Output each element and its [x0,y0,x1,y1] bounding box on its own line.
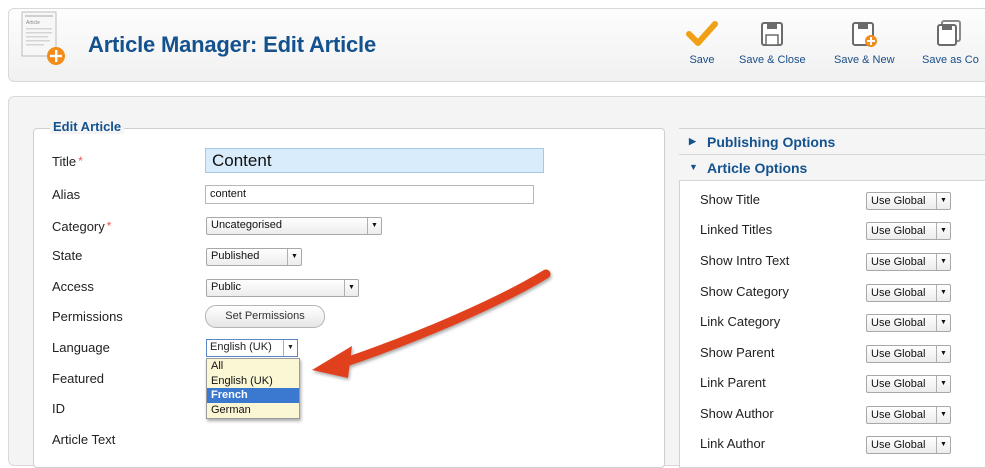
disk-copy-icon [922,20,979,48]
option-select[interactable]: Use Global ▼ [866,284,951,302]
page-title: Article Manager: Edit Article [88,32,377,57]
category-select[interactable]: Uncategorised ▼ [206,217,382,235]
option-select[interactable]: Use Global ▼ [866,253,951,271]
option-label: Show Category [700,284,789,299]
option-label: Show Author [700,406,774,421]
language-select[interactable]: English (UK) ▼ [206,339,298,357]
disk-new-icon [834,20,895,48]
save-close-label: Save & Close [739,54,806,66]
save-new-button[interactable]: Save & New [834,20,895,66]
option-label: Link Author [700,436,766,451]
article-options-header[interactable]: ▼ Article Options [679,155,985,181]
category-label: Category * [52,219,112,234]
dropdown-arrow-icon: ▼ [287,249,301,265]
option-select[interactable]: Use Global ▼ [866,222,951,240]
save-new-label: Save & New [834,54,895,66]
publishing-options-label: Publishing Options [707,134,836,150]
annotation-arrow-icon [312,269,551,378]
dropdown-arrow-icon: ▼ [936,376,950,392]
option-select[interactable]: Use Global ▼ [866,406,951,424]
option-label: Show Intro Text [700,253,790,268]
language-option-french[interactable]: French [207,388,299,403]
save-close-button[interactable]: Save & Close [739,20,806,66]
dropdown-arrow-icon: ▼ [367,218,381,234]
option-label: Show Parent [700,345,775,360]
article-add-icon: Article [18,10,65,65]
dropdown-arrow-icon: ▼ [936,346,950,362]
dropdown-arrow-icon: ▼ [936,437,950,453]
permissions-label: Permissions [52,309,123,324]
option-label: Linked Titles [700,222,773,237]
option-value: Use Global [871,287,926,299]
dropdown-arrow-icon: ▼ [936,193,950,209]
collapsed-triangle-icon: ▶ [689,136,696,146]
dropdown-arrow-icon: ▼ [936,223,950,239]
language-dropdown-list: All English (UK) French German [206,358,300,419]
option-value: Use Global [871,378,926,390]
expanded-triangle-icon: ▼ [689,162,698,172]
disk-close-icon [739,20,806,48]
option-select[interactable]: Use Global ▼ [866,436,951,454]
state-select[interactable]: Published ▼ [206,248,302,266]
language-option-all[interactable]: All [207,359,299,374]
title-input[interactable]: Content [205,148,544,173]
state-label: State [52,248,83,263]
option-select[interactable]: Use Global ▼ [866,314,951,332]
option-label: Show Title [700,192,760,207]
option-select[interactable]: Use Global ▼ [866,375,951,393]
featured-label: Featured [52,371,105,386]
category-value: Uncategorised [211,219,282,231]
save-button-label: Save [689,54,715,66]
title-label: Title * [52,154,83,169]
access-value: Public [211,281,241,293]
save-button[interactable]: Save [686,20,718,66]
save-copy-label: Save as Co [922,54,979,66]
state-value: Published [211,250,260,262]
alias-input[interactable]: content [205,185,534,204]
option-label: Link Parent [700,375,766,390]
article-icon-text: Article [26,20,40,26]
option-value: Use Global [871,409,926,421]
option-value: Use Global [871,256,926,268]
option-value: Use Global [871,225,926,237]
required-marker: * [78,154,83,168]
dropdown-arrow-icon: ▼ [936,407,950,423]
language-option-english[interactable]: English (UK) [207,374,299,389]
save-copy-button[interactable]: Save as Co [922,20,979,66]
dropdown-arrow-icon: ▼ [936,285,950,301]
language-option-german[interactable]: German [207,403,299,418]
access-label: Access [52,279,94,294]
id-label: ID [52,401,65,416]
dropdown-arrow-icon: ▼ [283,340,297,356]
option-value: Use Global [871,195,926,207]
edit-article-legend: Edit Article [50,119,125,134]
publishing-options-header[interactable]: ▶ Publishing Options [679,129,985,155]
required-marker: * [106,219,112,233]
dropdown-arrow-icon: ▼ [936,315,950,331]
option-select[interactable]: Use Global ▼ [866,345,951,363]
language-label: Language [52,340,110,355]
article-text-label: Article Text [52,432,116,447]
article-options-label: Article Options [707,160,808,176]
dropdown-arrow-icon: ▼ [936,254,950,270]
language-value: English (UK) [210,341,272,353]
option-value: Use Global [871,317,926,329]
checkmark-icon [686,20,718,48]
option-value: Use Global [871,439,926,451]
alias-label: Alias [52,187,81,202]
option-label: Link Category [700,314,781,329]
option-value: Use Global [871,348,926,360]
option-select[interactable]: Use Global ▼ [866,192,951,210]
